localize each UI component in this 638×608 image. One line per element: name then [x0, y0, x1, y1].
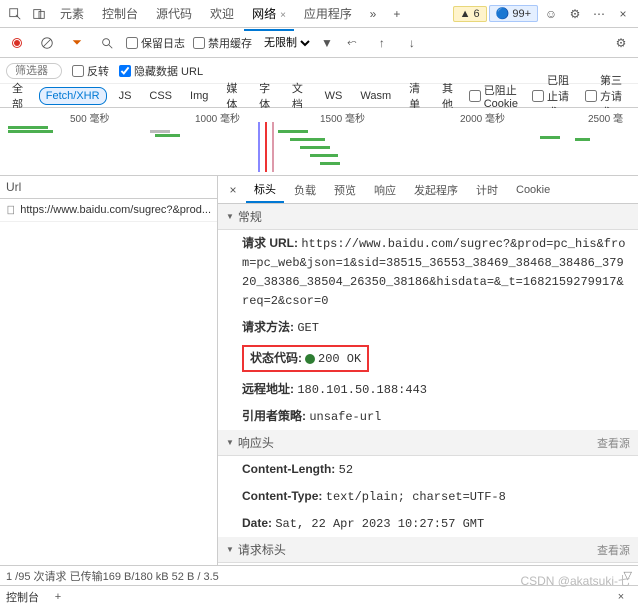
dtab-headers[interactable]: 标头: [246, 177, 284, 203]
triangle-down-icon: ▼: [226, 212, 234, 221]
wf-tick: 2000 毫秒: [460, 110, 505, 125]
request-url: 请求 URL: https://www.baidu.com/sugrec?&pr…: [218, 230, 638, 314]
url-column-header[interactable]: Url: [0, 176, 217, 199]
tab-network[interactable]: 网络×: [244, 1, 294, 26]
type-ws[interactable]: WS: [319, 88, 349, 104]
clear-icon[interactable]: [36, 32, 58, 54]
type-js[interactable]: JS: [113, 88, 138, 104]
wf-tick: 1000 毫秒: [195, 110, 240, 125]
info-badge[interactable]: 🔵 99+: [489, 5, 538, 22]
triangle-down-icon: ▼: [226, 545, 234, 554]
content-length: Content-Length: 52: [218, 456, 638, 483]
settings-icon[interactable]: ⚙: [564, 3, 586, 25]
dtab-initiator[interactable]: 发起程序: [406, 178, 466, 202]
feedback-icon[interactable]: ☺: [540, 3, 562, 25]
download-icon[interactable]: ↓: [401, 32, 423, 54]
tab-application[interactable]: 应用程序: [296, 1, 360, 26]
disable-cache-checkbox[interactable]: 禁用缓存: [193, 35, 252, 51]
throttle-select[interactable]: 无限制: [260, 36, 313, 50]
request-list: Url https://www.baidu.com/sugrec?&prod..…: [0, 176, 218, 566]
add-tab-icon[interactable]: +: [386, 3, 408, 25]
status-code: 状态代码:200 OK: [218, 341, 638, 376]
drawer-console-tab[interactable]: 控制台: [6, 589, 39, 605]
remote-address: 远程地址: 180.101.50.188:443: [218, 376, 638, 403]
inspect-icon[interactable]: [4, 3, 26, 25]
close-devtools-icon[interactable]: ×: [612, 3, 634, 25]
request-url: https://www.baidu.com/sugrec?&prod...: [20, 204, 211, 216]
tab-welcome[interactable]: 欢迎: [202, 1, 242, 26]
dtab-timing[interactable]: 计时: [468, 178, 506, 202]
waterfall-overview[interactable]: 500 毫秒 1000 毫秒 1500 毫秒 2000 毫秒 2500 毫: [0, 108, 638, 176]
view-source-link[interactable]: 查看源: [597, 542, 630, 558]
warnings-badge[interactable]: ▲ 6: [453, 6, 487, 22]
detail-tab-bar: × 标头 负载 预览 响应 发起程序 计时 Cookie: [218, 176, 638, 204]
filter-input[interactable]: [6, 63, 62, 79]
watermark: CSDN @akatsuki-七: [520, 572, 630, 589]
detail-pane: × 标头 负载 预览 响应 发起程序 计时 Cookie ▼常规 请求 URL:…: [218, 176, 638, 566]
tab-sources[interactable]: 源代码: [148, 1, 200, 26]
wf-tick: 2500 毫: [588, 110, 623, 125]
section-response-headers[interactable]: ▼响应头查看源: [218, 430, 638, 456]
close-icon[interactable]: ×: [280, 10, 286, 21]
wifi-icon[interactable]: ⬿: [341, 32, 363, 54]
blocked-cookie-checkbox[interactable]: 已阻止 Cookie: [469, 82, 526, 110]
type-img[interactable]: Img: [184, 88, 214, 104]
date-header: Date: Sat, 22 Apr 2023 10:27:57 GMT: [218, 510, 638, 537]
search-icon[interactable]: [96, 32, 118, 54]
triangle-down-icon: ▼: [226, 438, 234, 447]
tab-elements[interactable]: 元素: [52, 1, 92, 26]
close-detail-icon[interactable]: ×: [222, 179, 244, 201]
record-icon[interactable]: [6, 32, 28, 54]
network-toolbar: ⏷ 保留日志 禁用缓存 无限制 ▼ ⬿ ↑ ↓ ⚙: [0, 28, 638, 58]
main-tab-bar: 元素 控制台 源代码 欢迎 网络× 应用程序 » + ▲ 6 🔵 99+ ☺ ⚙…: [0, 0, 638, 28]
wf-tick: 500 毫秒: [70, 110, 109, 125]
filter-icon[interactable]: ⏷: [66, 32, 88, 54]
status-text: 1 /95 次请求 已传输169 B/180 kB 52 B / 3.5: [6, 568, 219, 584]
device-icon[interactable]: [28, 3, 50, 25]
add-drawer-icon[interactable]: +: [47, 586, 69, 608]
referrer-policy: 引用者策略: unsafe-url: [218, 403, 638, 430]
more-tabs-icon[interactable]: »: [362, 3, 384, 25]
type-filter-row: 全部 Fetch/XHR JS CSS Img 媒体 字体 文档 WS Wasm…: [0, 84, 638, 108]
dtab-response[interactable]: 响应: [366, 178, 404, 202]
request-method: 请求方法: GET: [218, 314, 638, 341]
dtab-payload[interactable]: 负载: [286, 178, 324, 202]
status-ok-icon: [305, 354, 315, 364]
dtab-cookies[interactable]: Cookie: [508, 180, 558, 200]
type-fetch-xhr[interactable]: Fetch/XHR: [39, 87, 107, 105]
request-row[interactable]: https://www.baidu.com/sugrec?&prod...: [0, 199, 217, 222]
dtab-preview[interactable]: 预览: [326, 178, 364, 202]
section-request-headers[interactable]: ▼请求标头查看源: [218, 537, 638, 563]
section-general[interactable]: ▼常规: [218, 204, 638, 230]
invert-checkbox[interactable]: 反转: [72, 63, 109, 79]
document-icon: [6, 203, 16, 217]
view-source-link[interactable]: 查看源: [597, 435, 630, 451]
wf-tick: 1500 毫秒: [320, 110, 365, 125]
type-css[interactable]: CSS: [143, 88, 178, 104]
type-wasm[interactable]: Wasm: [354, 88, 397, 104]
more-icon[interactable]: ⋯: [588, 3, 610, 25]
upload-icon[interactable]: ↑: [371, 32, 393, 54]
content-type: Content-Type: text/plain; charset=UTF-8: [218, 483, 638, 510]
tab-console[interactable]: 控制台: [94, 1, 146, 26]
gear-icon[interactable]: ⚙: [610, 32, 632, 54]
hide-data-url-checkbox[interactable]: 隐藏数据 URL: [119, 63, 203, 79]
keep-log-checkbox[interactable]: 保留日志: [126, 35, 185, 51]
